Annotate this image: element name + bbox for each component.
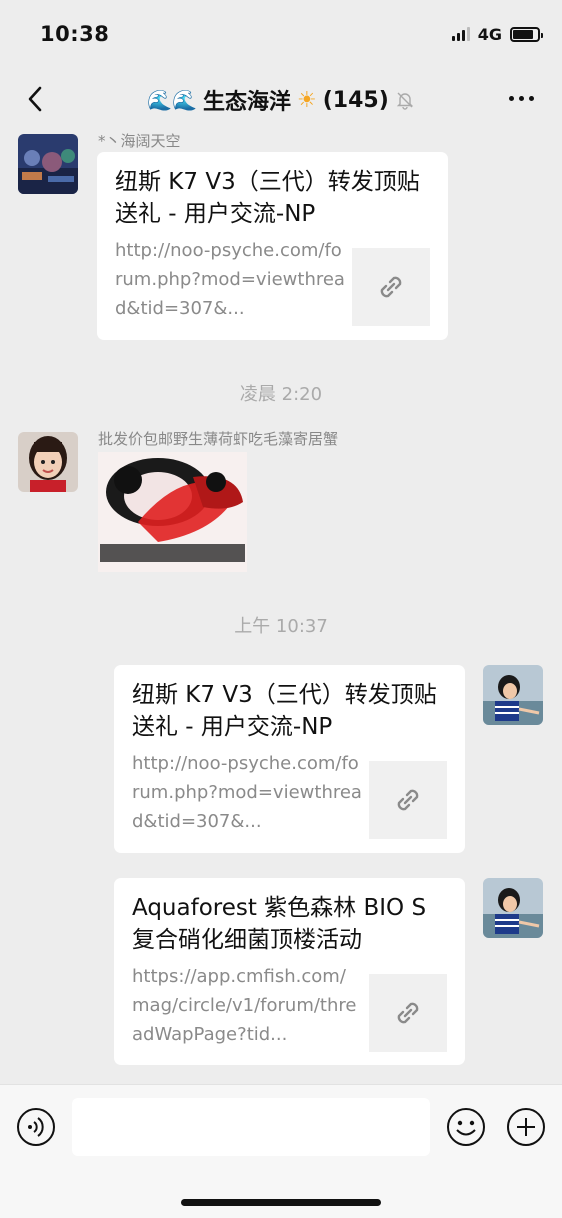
signal-icon <box>451 27 470 41</box>
more-icon[interactable] <box>509 96 534 101</box>
emoji-icon[interactable] <box>446 1107 486 1147</box>
chat-title: 🌊🌊 生态海洋 ☀ (145) <box>0 84 562 116</box>
avatar[interactable] <box>483 665 543 725</box>
link-icon <box>397 789 419 811</box>
timestamp: 上午 10:37 <box>234 616 328 637</box>
card-url: http://noo-psyche.com/forum.php?mod=view… <box>132 753 362 832</box>
card-title: 纽斯 K7 V3（三代）转发顶贴送礼 - 用户交流-NP <box>115 169 420 227</box>
chat-area[interactable]: *丶海阔天空 纽斯 K7 V3（三代）转发顶贴送礼 - 用户交流-NP http… <box>0 130 562 1084</box>
message-input[interactable] <box>72 1098 430 1156</box>
sender-name: *丶海阔天空 <box>98 132 181 150</box>
card-title: 纽斯 K7 V3（三代）转发顶贴送礼 - 用户交流-NP <box>132 682 437 740</box>
card-url: https://app.cmfish.com/mag/circle/v1/for… <box>132 966 357 1045</box>
card-title: Aquaforest 紫色森林 BIO S 复合硝化细菌顶楼活动 <box>132 895 427 953</box>
link-thumbnail <box>369 761 447 839</box>
avatar[interactable] <box>483 878 543 938</box>
mute-icon <box>396 92 413 110</box>
link-thumbnail <box>352 248 430 326</box>
sticker-image[interactable] <box>98 452 247 572</box>
voice-icon[interactable] <box>16 1107 56 1147</box>
avatar[interactable] <box>18 432 78 492</box>
link-thumbnail <box>369 974 447 1052</box>
link-icon <box>397 1002 419 1024</box>
sun-icon: ☀ <box>297 87 317 113</box>
network-label: 4G <box>477 24 502 44</box>
link-card[interactable]: Aquaforest 紫色森林 BIO S 复合硝化细菌顶楼活动 https:/… <box>114 878 465 1065</box>
link-card[interactable]: 纽斯 K7 V3（三代）转发顶贴送礼 - 用户交流-NP http://noo-… <box>114 665 465 853</box>
link-card[interactable]: 纽斯 K7 V3（三代）转发顶贴送礼 - 用户交流-NP http://noo-… <box>97 152 448 340</box>
home-indicator <box>181 1199 381 1206</box>
avatar[interactable] <box>18 134 78 194</box>
member-count: (145) <box>322 87 389 113</box>
nav-bar: 🌊🌊 生态海洋 ☀ (145) <box>0 68 562 130</box>
status-indicators: 4G <box>451 24 543 44</box>
card-url: http://noo-psyche.com/forum.php?mod=view… <box>115 240 345 319</box>
sender-name: 批发价包邮野生薄荷虾吃毛藻寄居蟹 <box>98 430 339 448</box>
battery-icon <box>510 26 543 42</box>
timestamp: 凌晨 2:20 <box>239 384 323 405</box>
status-bar: 10:38 4G <box>0 0 562 68</box>
input-bar <box>0 1084 562 1218</box>
group-name: 生态海洋 <box>203 90 292 115</box>
wave-emoji: 🌊🌊 <box>147 88 197 112</box>
link-icon <box>380 276 402 298</box>
plus-icon[interactable] <box>506 1107 546 1147</box>
status-time: 10:38 <box>40 22 110 46</box>
